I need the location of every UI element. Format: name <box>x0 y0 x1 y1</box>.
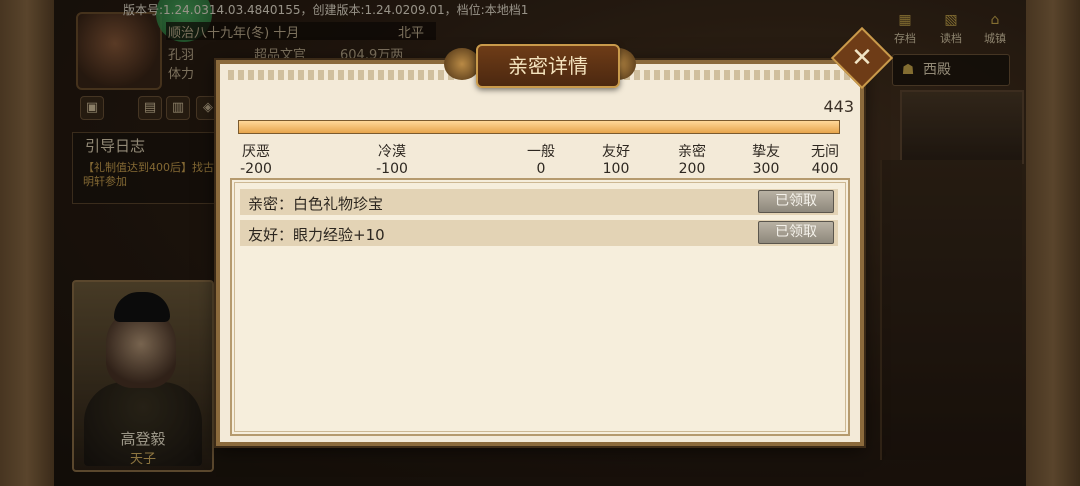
tick-value: 0 <box>536 161 546 177</box>
close-icon: ✕ <box>851 43 873 73</box>
intimacy-score: 443 <box>823 97 854 116</box>
claimed-button[interactable]: 已领取 <box>758 190 834 213</box>
rewards-panel <box>230 178 850 436</box>
intimacy-progress-bar <box>238 120 840 134</box>
dialog-title: 亲密详情 <box>476 44 620 88</box>
reward-row: 友好：眼力经验+10 已领取 <box>240 220 838 246</box>
dialog-fret-right <box>624 70 852 80</box>
tick-label: 冷漠 <box>378 144 406 160</box>
reward-row: 亲密：白色礼物珍宝 已领取 <box>240 189 838 215</box>
tick-label: 亲密 <box>678 144 706 160</box>
tick-value: 300 <box>752 161 780 177</box>
tick-label: 一般 <box>527 144 555 160</box>
title-ornament-left <box>444 48 480 80</box>
tick-label: 无间 <box>811 144 839 160</box>
claimed-button[interactable]: 已领取 <box>758 221 834 244</box>
reward-label: 亲密：白色礼物珍宝 <box>248 195 384 213</box>
tick-label: 挚友 <box>752 144 780 160</box>
tick-value: -200 <box>240 161 272 177</box>
dialog-fret-left <box>228 70 456 80</box>
tick-label: 友好 <box>602 144 630 160</box>
tick-value: 200 <box>678 161 706 177</box>
tick-value: 400 <box>811 161 839 177</box>
tick-value: -100 <box>376 161 408 177</box>
reward-label: 友好：眼力经验+10 <box>248 226 385 244</box>
intimacy-progress-fill <box>239 121 839 133</box>
tick-label: 厌恶 <box>242 144 270 160</box>
tick-value: 100 <box>602 161 630 177</box>
